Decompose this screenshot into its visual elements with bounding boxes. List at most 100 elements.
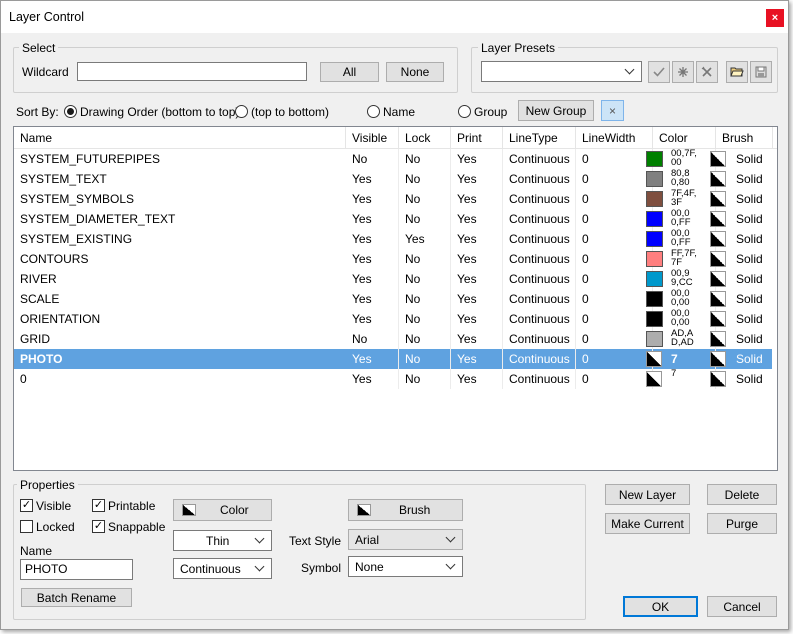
cell-name: SYSTEM_EXISTING bbox=[20, 232, 133, 246]
symbol-select[interactable]: None bbox=[348, 556, 463, 577]
table-row[interactable]: CONTOURS Yes No Yes Continuous 0 FF,7F,7F Solid bbox=[14, 249, 772, 269]
column-header-visible[interactable]: Visible bbox=[346, 127, 399, 149]
cell-name: SYSTEM_SYMBOLS bbox=[20, 192, 135, 206]
clear-group-icon[interactable]: × bbox=[601, 100, 624, 121]
line-weight-value: Thin bbox=[206, 533, 230, 548]
line-type-select[interactable]: Continuous bbox=[173, 558, 272, 579]
printable-checkbox[interactable]: ✓ bbox=[92, 499, 105, 512]
printable-label: Printable bbox=[108, 499, 156, 513]
table-row[interactable]: SYSTEM_EXISTING Yes Yes Yes Continuous 0 00,00… bbox=[14, 229, 772, 249]
column-header-brush[interactable]: Brush bbox=[716, 127, 773, 149]
cell-visible: No bbox=[352, 152, 368, 166]
column-header-name[interactable]: Name bbox=[14, 127, 346, 149]
column-separator bbox=[398, 369, 399, 389]
cell-linewidth: 0 bbox=[582, 352, 589, 366]
sort-group-radio[interactable] bbox=[458, 105, 471, 118]
layer-name-input[interactable]: PHOTO bbox=[20, 559, 133, 580]
wildcard-input[interactable] bbox=[77, 62, 307, 81]
cell-linewidth: 0 bbox=[582, 252, 589, 266]
sort-drawing-order-radio[interactable] bbox=[64, 105, 77, 118]
column-header-linewidth[interactable]: LineWidth bbox=[576, 127, 653, 149]
visible-checkbox[interactable]: ✓ bbox=[20, 499, 33, 512]
sort-name-radio[interactable] bbox=[367, 105, 380, 118]
cell-name: GRID bbox=[20, 332, 50, 346]
color-button[interactable]: Color bbox=[173, 499, 272, 521]
make-current-button[interactable]: Make Current bbox=[605, 513, 690, 534]
cancel-button[interactable]: Cancel bbox=[707, 596, 777, 617]
color-by-index-icon bbox=[646, 351, 662, 367]
delete-button[interactable]: Delete bbox=[707, 484, 777, 505]
select-group-label: Select bbox=[19, 41, 59, 55]
column-header-color[interactable]: Color bbox=[653, 127, 716, 149]
sort-top-to-bottom-label[interactable]: (top to bottom) bbox=[251, 105, 329, 119]
line-weight-select[interactable]: Thin bbox=[173, 530, 272, 551]
column-separator bbox=[398, 209, 399, 229]
snappable-checkbox[interactable]: ✓ bbox=[92, 520, 105, 533]
select-none-button[interactable]: None bbox=[386, 62, 444, 82]
column-header-print[interactable]: Print bbox=[451, 127, 503, 149]
close-icon[interactable]: × bbox=[766, 9, 784, 27]
color-swatch bbox=[646, 311, 663, 327]
layer-presets-select[interactable] bbox=[481, 61, 642, 82]
batch-rename-button[interactable]: Batch Rename bbox=[21, 588, 132, 607]
locked-label: Locked bbox=[36, 520, 75, 534]
brush-button[interactable]: Brush bbox=[348, 499, 463, 521]
table-row[interactable]: RIVER Yes No Yes Continuous 0 00,99,CC Solid bbox=[14, 269, 772, 289]
delete-icon[interactable] bbox=[696, 61, 718, 83]
table-row[interactable]: SYSTEM_TEXT Yes No Yes Continuous 0 80,80,80 So… bbox=[14, 169, 772, 189]
cell-name: CONTOURS bbox=[20, 252, 89, 266]
column-separator bbox=[575, 149, 576, 169]
save-icon[interactable] bbox=[750, 61, 772, 83]
table-row[interactable]: SCALE Yes No Yes Continuous 0 00,00,00 Solid bbox=[14, 289, 772, 309]
table-row[interactable]: SYSTEM_FUTUREPIPES No No Yes Continuous 0 00,7… bbox=[14, 149, 772, 169]
table-row[interactable]: 0 Yes No Yes Continuous 0 7 Solid bbox=[14, 369, 772, 389]
new-group-button[interactable]: New Group bbox=[518, 100, 594, 121]
column-separator bbox=[502, 249, 503, 269]
cell-lock: No bbox=[405, 372, 421, 386]
column-separator bbox=[398, 289, 399, 309]
cell-visible: Yes bbox=[352, 272, 372, 286]
new-layer-button[interactable]: New Layer bbox=[605, 484, 690, 505]
table-row[interactable]: PHOTO Yes No Yes Continuous 0 7 Solid bbox=[14, 349, 772, 369]
column-separator bbox=[450, 169, 451, 189]
table-row[interactable]: GRID No No Yes Continuous 0 AD,AD,AD Solid bbox=[14, 329, 772, 349]
title-bar: Layer Control × bbox=[1, 1, 788, 33]
sort-group-label[interactable]: Group bbox=[474, 105, 507, 119]
star-icon[interactable] bbox=[672, 61, 694, 83]
check-icon[interactable] bbox=[648, 61, 670, 83]
table-row[interactable]: SYSTEM_DIAMETER_TEXT Yes No Yes Continuous 0 0… bbox=[14, 209, 772, 229]
column-separator bbox=[398, 329, 399, 349]
chevron-down-icon bbox=[624, 64, 635, 75]
cell-lock: No bbox=[405, 332, 421, 346]
column-separator bbox=[502, 349, 503, 369]
table-row[interactable]: SYSTEM_SYMBOLS Yes No Yes Continuous 0 7F,4F,3… bbox=[14, 189, 772, 209]
column-separator bbox=[398, 309, 399, 329]
layer-table[interactable]: Name Visible Lock Print LineType LineWid… bbox=[13, 126, 778, 471]
cell-brush: Solid bbox=[736, 192, 763, 206]
sort-top-to-bottom-radio[interactable] bbox=[235, 105, 248, 118]
column-header-linetype[interactable]: LineType bbox=[503, 127, 576, 149]
sort-name-label[interactable]: Name bbox=[383, 105, 415, 119]
column-separator bbox=[398, 349, 399, 369]
cell-linetype: Continuous bbox=[509, 252, 570, 266]
select-all-button[interactable]: All bbox=[320, 62, 379, 82]
column-separator bbox=[450, 329, 451, 349]
table-row[interactable]: ORIENTATION Yes No Yes Continuous 0 00,00,00 So… bbox=[14, 309, 772, 329]
color-value: 00,00,FF bbox=[671, 209, 691, 228]
cell-linewidth: 0 bbox=[582, 272, 589, 286]
chevron-down-icon bbox=[254, 533, 265, 544]
cell-linetype: Continuous bbox=[509, 312, 570, 326]
column-header-lock[interactable]: Lock bbox=[399, 127, 451, 149]
purge-button[interactable]: Purge bbox=[707, 513, 777, 534]
sort-drawing-order-label[interactable]: Drawing Order (bottom to top) bbox=[80, 105, 239, 119]
locked-checkbox[interactable] bbox=[20, 520, 33, 533]
text-style-select[interactable]: Arial bbox=[348, 529, 463, 550]
column-separator bbox=[575, 269, 576, 289]
open-folder-icon[interactable] bbox=[726, 61, 748, 83]
cell-linetype: Continuous bbox=[509, 372, 570, 386]
color-swatch bbox=[646, 151, 663, 167]
cell-lock: No bbox=[405, 172, 421, 186]
cell-visible: Yes bbox=[352, 372, 372, 386]
column-separator bbox=[575, 209, 576, 229]
ok-button[interactable]: OK bbox=[623, 596, 698, 617]
